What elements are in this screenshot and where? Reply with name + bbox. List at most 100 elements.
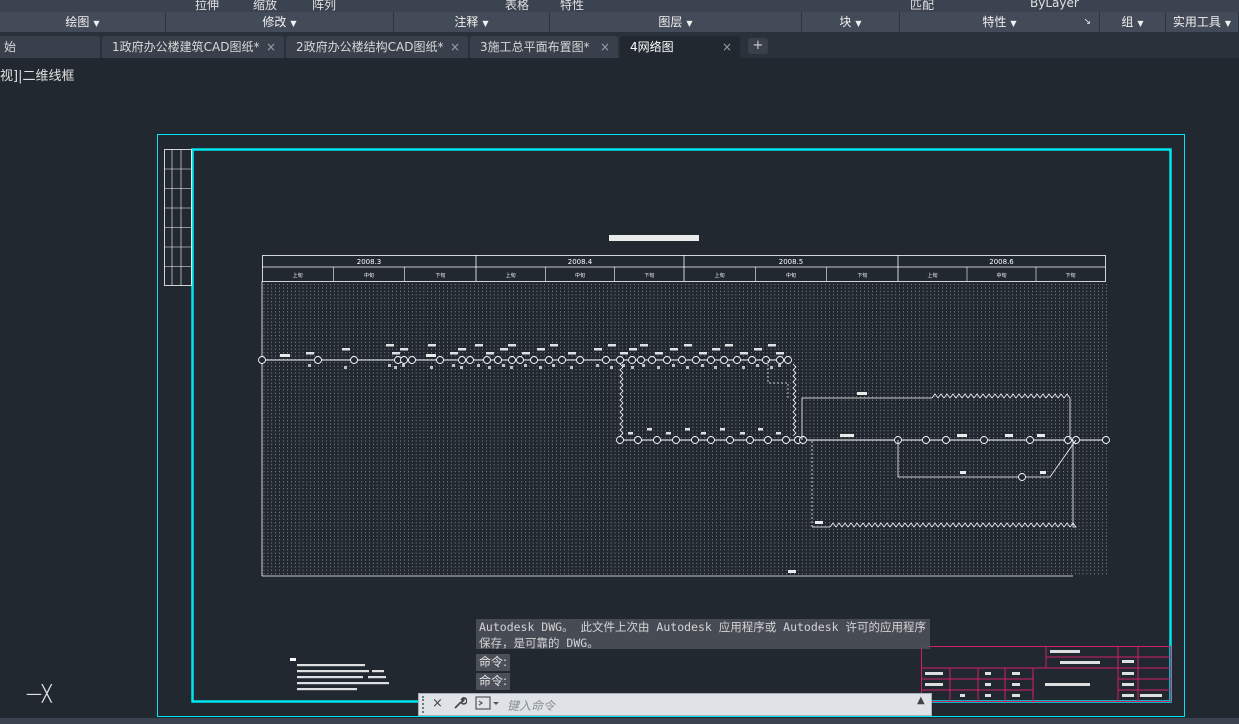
command-prompt-line: 命令: [476, 654, 511, 671]
activity-duration-mark [388, 364, 391, 367]
activity-label-mark [957, 434, 967, 437]
activity-label-mark [776, 352, 784, 355]
activity-duration-mark [742, 366, 745, 369]
activity-label-mark [701, 432, 706, 435]
network-node [516, 356, 524, 364]
title-block-text-mark [985, 694, 991, 697]
title-block-text-mark [960, 694, 965, 697]
network-node [602, 356, 610, 364]
network-node [733, 356, 741, 364]
network-node [782, 436, 790, 444]
network-node [637, 356, 645, 364]
network-node [350, 356, 358, 364]
activity-label-mark [628, 432, 633, 435]
activity-label-mark [740, 352, 748, 355]
command-input[interactable]: 键入命令 [507, 697, 555, 714]
decade-label: 下旬 [644, 272, 654, 279]
decade-label: 中旬 [786, 272, 796, 279]
title-block-text-mark [1012, 672, 1020, 675]
activity-label-mark [594, 348, 602, 351]
notes-text-mark [297, 670, 369, 673]
decade-label: 上旬 [927, 272, 937, 279]
activity-duration-mark [460, 366, 463, 369]
activity-label-mark [1005, 434, 1013, 437]
activity-label-mark [640, 344, 648, 347]
network-node [628, 356, 636, 364]
activity-label-mark [647, 428, 652, 431]
activity-duration-mark [596, 364, 599, 367]
network-node [616, 356, 624, 364]
activity-label-mark [450, 352, 458, 355]
activity-label-mark [608, 344, 616, 347]
activity-label-mark [960, 471, 966, 474]
activity-label-mark [508, 344, 516, 347]
activity-label-mark [788, 570, 796, 573]
activity-duration-mark [672, 364, 675, 367]
network-node [648, 356, 656, 364]
title-block-text-mark [1140, 694, 1162, 697]
activity-label-mark [486, 352, 494, 355]
title-block-text-mark [1122, 672, 1134, 675]
activity-label-mark [840, 434, 854, 437]
activity-label-mark [740, 432, 745, 435]
title-block-text-mark [1012, 683, 1020, 686]
network-node [707, 436, 715, 444]
network-node [922, 436, 930, 444]
activity-label-mark [537, 348, 545, 351]
network-node [720, 356, 728, 364]
wrench-icon[interactable] [453, 696, 468, 714]
network-node [746, 436, 754, 444]
activity-label-mark [620, 352, 628, 355]
network-node [691, 436, 699, 444]
network-node [672, 436, 680, 444]
activity-label-mark [857, 392, 867, 395]
network-node [707, 356, 715, 364]
notes-text-mark [297, 664, 365, 667]
activity-label-mark [475, 344, 483, 347]
activity-label-mark [568, 352, 576, 355]
activity-duration-mark [539, 366, 542, 369]
activity-duration-mark [510, 366, 513, 369]
activity-duration-mark [727, 364, 730, 367]
network-node [776, 356, 784, 364]
activity-label-mark [685, 428, 690, 431]
close-icon[interactable]: × [432, 696, 443, 711]
decade-label: 中旬 [575, 272, 585, 279]
activity-label-mark [684, 344, 692, 347]
decade-label: 上旬 [715, 272, 725, 279]
network-node [1064, 436, 1072, 444]
activity-label-mark [280, 354, 290, 357]
activity-duration-mark [502, 364, 505, 367]
network-node [436, 356, 444, 364]
notes-heading-mark [290, 658, 296, 661]
network-node [663, 356, 671, 364]
drawing-notes [290, 658, 389, 691]
title-block-text-mark [1045, 683, 1090, 686]
decade-label: 上旬 [293, 272, 303, 279]
decade-label: 中旬 [996, 272, 1006, 279]
chevron-up-icon[interactable]: ▲ [917, 695, 925, 706]
binding-strip [164, 149, 192, 286]
drawing-canvas[interactable]: 2008.3 上旬 中旬 下旬 2008.4 上旬 中旬 下旬 2008.5 上旬 中旬 下旬 2008… [0, 0, 1239, 724]
title-block-text-mark [1050, 650, 1080, 653]
activity-label-mark [699, 352, 707, 355]
activity-duration-mark [714, 366, 717, 369]
activity-duration-mark [642, 364, 645, 367]
title-block-text-mark [1122, 683, 1134, 686]
network-node [980, 436, 988, 444]
command-prompt-line: 命令: [476, 673, 511, 690]
activity-label-mark [768, 344, 776, 347]
activity-duration-mark [610, 366, 613, 369]
activity-duration-mark [756, 364, 759, 367]
title-block-text-mark [985, 672, 991, 675]
network-node [678, 356, 686, 364]
activity-label-mark [306, 352, 314, 355]
decade-label: 上旬 [506, 272, 516, 279]
drag-handle-icon[interactable] [422, 696, 428, 713]
month-label: 2008.4 [568, 258, 593, 266]
terminal-icon[interactable] [475, 696, 501, 714]
activity-label-mark [458, 348, 466, 351]
activity-label-mark [655, 352, 663, 355]
network-node [483, 356, 491, 364]
activity-duration-mark [394, 366, 397, 369]
